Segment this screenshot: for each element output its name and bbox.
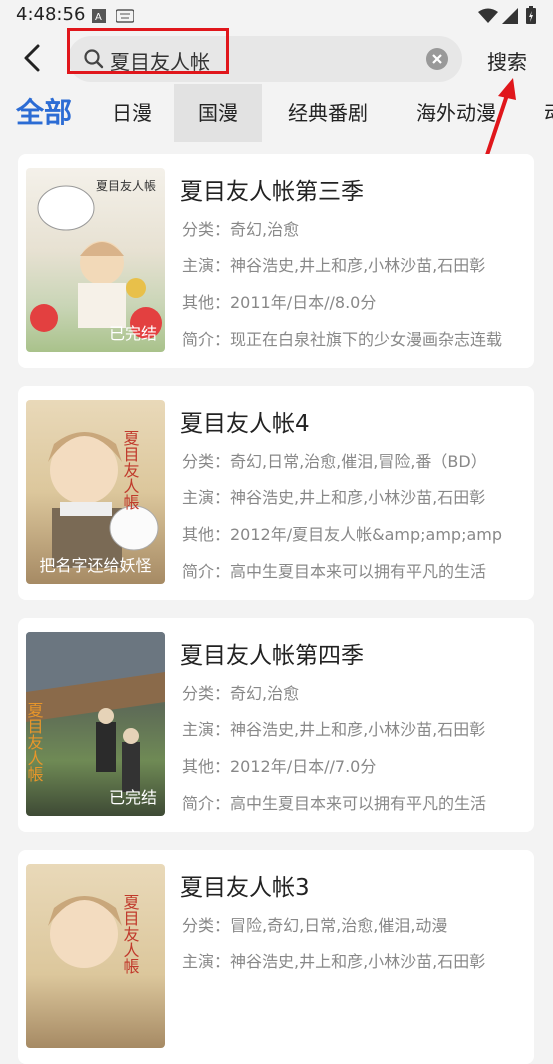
result-other: 其他：2011年/日本//8.0分	[182, 293, 377, 312]
result-card[interactable]: 夏目友人帳 夏目友人帐3 分类：冒险,奇幻,日常,治愈,催泪,动漫 主演：神谷浩…	[18, 850, 534, 1064]
status-badge: 已完结	[108, 324, 157, 343]
result-title: 夏目友人帐第三季	[180, 179, 364, 205]
result-title: 夏目友人帐3	[180, 875, 310, 901]
poster-image: 夏目友人帳 把名字还给妖怪	[26, 400, 165, 584]
battery-icon	[526, 6, 536, 28]
result-other: 其他：2012年/日本//7.0分	[182, 757, 377, 776]
search-button[interactable]: 搜索	[487, 46, 527, 75]
svg-text:夏目友人帳: 夏目友人帳	[121, 894, 140, 974]
result-other: 其他：2012年/夏目友人帐&amp;amp;amp	[182, 525, 503, 544]
chevron-left-icon	[24, 44, 40, 72]
result-title: 夏目友人帐第四季	[180, 643, 364, 669]
result-card[interactable]: 夏目友人帳 已完结 夏目友人帐第四季 分类：奇幻,治愈 主演：神谷浩史,井上和彦…	[18, 618, 534, 832]
signal-icon	[502, 8, 518, 28]
result-category: 分类：奇幻,治愈	[182, 684, 300, 703]
result-cast: 主演：神谷浩史,井上和彦,小林沙苗,石田彰	[182, 488, 486, 507]
result-cast: 主演：神谷浩史,井上和彦,小林沙苗,石田彰	[182, 256, 486, 275]
close-icon	[432, 54, 442, 64]
back-button[interactable]	[16, 40, 52, 76]
highlight-annotation	[67, 28, 229, 74]
svg-text:A: A	[95, 12, 102, 23]
result-category: 分类：冒险,奇幻,日常,治愈,催泪,动漫	[182, 916, 448, 935]
result-category: 分类：奇幻,治愈	[182, 220, 300, 239]
result-card[interactable]: 夏目友人帳 把名字还给妖怪 夏目友人帐4 分类：奇幻,日常,治愈,催泪,冒险,番…	[18, 386, 534, 600]
svg-text:夏目友人帳: 夏目友人帳	[26, 702, 44, 782]
result-title: 夏目友人帐4	[180, 411, 310, 437]
tab-all[interactable]: 全部	[8, 84, 80, 142]
keyboard-icon	[115, 8, 135, 27]
tab-overseas[interactable]: 海外动漫	[400, 84, 512, 142]
notification-a-icon: A	[92, 8, 106, 27]
tab-japanese-anime[interactable]: 日漫	[96, 84, 168, 142]
result-intro: 简介：高中生夏目本来可以拥有平凡的生活	[182, 794, 487, 813]
result-card[interactable]: 夏目友人帳 已完结 夏目友人帐第三季 分类：奇幻,治愈 主演：神谷浩史,井上和彦…	[18, 154, 534, 368]
status-badge: 已完结	[108, 788, 157, 807]
result-intro: 简介：高中生夏目本来可以拥有平凡的生活	[182, 562, 487, 581]
poster-image: 夏目友人帳 已完结	[26, 632, 165, 816]
result-cast: 主演：神谷浩史,井上和彦,小林沙苗,石田彰	[182, 952, 486, 971]
status-time: 4:48:56	[16, 4, 86, 25]
status-badge: 把名字还给妖怪	[39, 556, 152, 575]
tab-chinese-anime[interactable]: 国漫	[174, 84, 262, 142]
poster-illustration: 夏目友人帳	[48, 894, 140, 974]
svg-text:夏目友人帳: 夏目友人帳	[96, 179, 156, 193]
wifi-icon	[478, 8, 498, 28]
result-cast: 主演：神谷浩史,井上和彦,小林沙苗,石田彰	[182, 720, 486, 739]
result-intro: 简介：现正在白泉社旗下的少女漫画杂志连载	[182, 330, 503, 349]
poster-image: 夏目友人帳	[26, 864, 165, 1048]
poster-image: 夏目友人帳 已完结	[26, 168, 165, 352]
result-category: 分类：奇幻,日常,治愈,催泪,冒险,番（BD）	[182, 452, 487, 471]
clear-search-button[interactable]	[426, 48, 448, 70]
tab-classic[interactable]: 经典番剧	[276, 84, 380, 142]
svg-text:夏目友人帳: 夏目友人帳	[121, 430, 140, 510]
category-tabs: 全部 日漫 国漫 经典番剧 海外动漫 动	[0, 84, 553, 142]
tab-more[interactable]: 动	[544, 84, 553, 142]
